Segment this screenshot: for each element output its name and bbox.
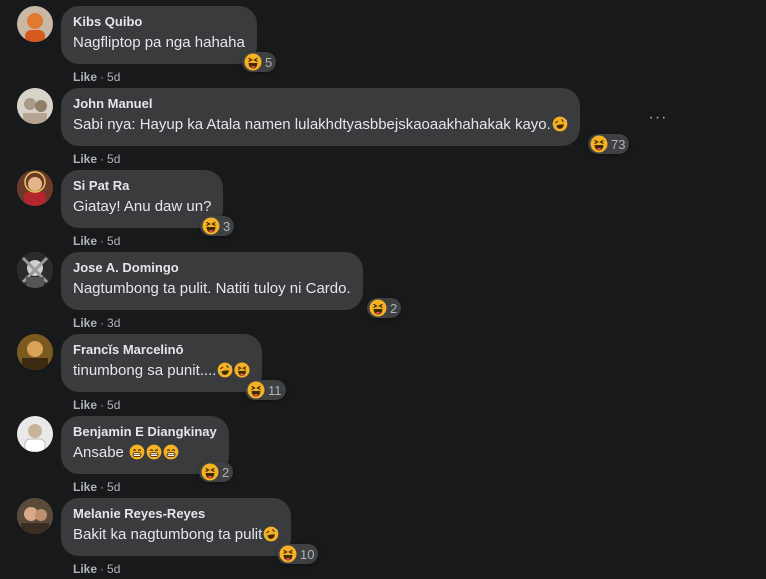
avatar[interactable] bbox=[17, 170, 53, 206]
avatar[interactable] bbox=[17, 6, 53, 42]
comment-actions: Like · 5d bbox=[73, 69, 120, 85]
like-button[interactable]: Like bbox=[73, 316, 97, 330]
comment-bubble: Melanie Reyes-Reyes Bakit ka nagtumbong … bbox=[61, 498, 292, 556]
comment-author[interactable]: John Manuel bbox=[73, 96, 568, 112]
avatar[interactable] bbox=[17, 498, 53, 534]
reaction-badge[interactable]: 10 bbox=[277, 544, 319, 564]
separator-dot: · bbox=[100, 316, 105, 330]
haha-emoji-icon bbox=[202, 217, 220, 235]
grinning-emoji-icon bbox=[129, 444, 145, 460]
comment-timestamp[interactable]: 5d bbox=[107, 480, 120, 494]
like-button[interactable]: Like bbox=[73, 70, 97, 84]
avatar[interactable] bbox=[17, 88, 53, 124]
comment-author[interactable]: Jose A. Domingo bbox=[73, 260, 351, 276]
comment-text: tinumbong sa punit.... bbox=[73, 362, 217, 379]
like-button[interactable]: Like bbox=[73, 562, 97, 576]
avatar[interactable] bbox=[17, 252, 53, 288]
reaction-count: 3 bbox=[223, 218, 231, 234]
comment-actions: Like · 3d bbox=[73, 315, 120, 331]
more-options-icon[interactable]: ··· bbox=[646, 110, 670, 126]
comment-text: Giatay! Anu daw un? bbox=[73, 198, 212, 215]
comment-text: Ansabe bbox=[73, 444, 124, 461]
comment-actions: Like · 5d bbox=[73, 151, 120, 167]
laughing-emoji-icon bbox=[263, 526, 279, 542]
comment-timestamp[interactable]: 5d bbox=[107, 398, 120, 412]
haha-emoji-icon bbox=[244, 53, 262, 71]
comment-bubble: John Manuel Sabi nya: Hayup ka Atala nam… bbox=[61, 88, 580, 146]
avatar[interactable] bbox=[17, 416, 53, 452]
comment-actions: Like · 5d bbox=[73, 479, 120, 495]
grinning-emoji-icon bbox=[146, 444, 162, 460]
reaction-badge[interactable]: 11 bbox=[245, 380, 286, 400]
comment-actions: Like · 5d bbox=[73, 397, 120, 413]
reaction-count: 73 bbox=[611, 136, 626, 152]
haha-emoji-icon bbox=[590, 135, 608, 153]
comment-timestamp[interactable]: 3d bbox=[107, 316, 120, 330]
haha-emoji-icon bbox=[369, 299, 387, 317]
comment-timestamp[interactable]: 5d bbox=[107, 234, 120, 248]
laughing-emoji-icon bbox=[552, 116, 568, 132]
reaction-count: 5 bbox=[265, 54, 273, 70]
reaction-badge[interactable]: 5 bbox=[242, 52, 277, 72]
reaction-badge[interactable]: 3 bbox=[200, 216, 235, 236]
like-button[interactable]: Like bbox=[73, 480, 97, 494]
comment-timestamp[interactable]: 5d bbox=[107, 562, 120, 576]
reaction-count: 2 bbox=[222, 464, 230, 480]
reaction-count: 2 bbox=[390, 300, 398, 316]
comment-bubble: Jose A. Domingo Nagtumbong ta pulit. Nat… bbox=[61, 252, 363, 310]
comment-text: Nagtumbong ta pulit. Natiti tuloy ni Car… bbox=[73, 280, 351, 297]
separator-dot: · bbox=[100, 398, 105, 412]
like-button[interactable]: Like bbox=[73, 152, 97, 166]
haha-emoji-icon bbox=[234, 362, 250, 378]
comment-text: Nagfliptop pa nga hahaha bbox=[73, 34, 245, 51]
comment-author[interactable]: Melanie Reyes-Reyes bbox=[73, 506, 279, 522]
comment-author[interactable]: Francĭs Marcelinō bbox=[73, 342, 250, 358]
like-button[interactable]: Like bbox=[73, 234, 97, 248]
separator-dot: · bbox=[100, 152, 105, 166]
comment-author[interactable]: Si Pat Ra bbox=[73, 178, 211, 194]
comment-text: Bakit ka nagtumbong ta pulit bbox=[73, 526, 263, 543]
reaction-badge[interactable]: 2 bbox=[199, 462, 234, 482]
avatar[interactable] bbox=[17, 334, 53, 370]
separator-dot: · bbox=[100, 70, 105, 84]
comment-actions: Like · 5d bbox=[73, 233, 120, 249]
comment-actions: Like · 5d bbox=[73, 561, 120, 577]
like-button[interactable]: Like bbox=[73, 398, 97, 412]
reaction-count: 11 bbox=[268, 382, 282, 398]
comment-bubble: Kibs Quibo Nagfliptop pa nga hahaha bbox=[61, 6, 257, 64]
haha-emoji-icon bbox=[201, 463, 219, 481]
haha-emoji-icon bbox=[279, 545, 297, 563]
laughing-emoji-icon bbox=[217, 362, 233, 378]
separator-dot: · bbox=[100, 234, 105, 248]
comment-timestamp[interactable]: 5d bbox=[107, 152, 120, 166]
reaction-badge[interactable]: 2 bbox=[367, 298, 402, 318]
comment-bubble: Francĭs Marcelinō tinumbong sa punit.... bbox=[61, 334, 263, 392]
haha-emoji-icon bbox=[247, 381, 265, 399]
reaction-count: 10 bbox=[300, 546, 315, 562]
comment-text: Sabi nya: Hayup ka Atala namen lulakhdty… bbox=[73, 116, 551, 133]
grinning-emoji-icon bbox=[163, 444, 179, 460]
separator-dot: · bbox=[100, 562, 105, 576]
comment-author[interactable]: Benjamin E Diangkinay bbox=[73, 424, 217, 440]
comment-author[interactable]: Kibs Quibo bbox=[73, 14, 245, 30]
reaction-badge[interactable]: 73 bbox=[588, 134, 630, 154]
comment-timestamp[interactable]: 5d bbox=[107, 70, 120, 84]
separator-dot: · bbox=[100, 480, 105, 494]
comment-bubble: Si Pat Ra Giatay! Anu daw un? bbox=[61, 170, 224, 228]
